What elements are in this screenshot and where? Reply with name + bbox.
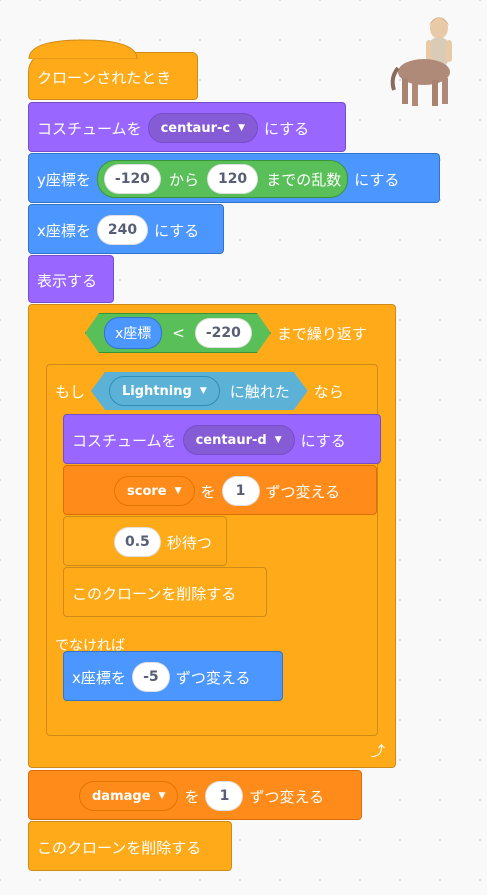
- costume-dropdown[interactable]: centaur-c ▼: [147, 113, 259, 143]
- caret-down-icon: ▼: [199, 386, 207, 396]
- costume-prefix: コスチュームを: [37, 119, 142, 138]
- when-cloned-hat-block[interactable]: クローンされたとき: [28, 39, 198, 100]
- set-x-prefix: x座標を: [37, 221, 91, 240]
- set-y-suffix: にする: [354, 170, 400, 189]
- less-than-symbol: <: [172, 324, 185, 342]
- less-than-operator[interactable]: x座標 < -220: [85, 313, 271, 353]
- wait-suffix: 秒待つ: [166, 533, 212, 552]
- random-to-input[interactable]: 120: [206, 164, 259, 194]
- caret-down-icon: ▼: [274, 435, 282, 445]
- touching-sensing-block[interactable]: Lightning ▼ に触れた: [91, 372, 308, 410]
- change-score-suffix: ずつ変える: [265, 482, 341, 501]
- compare-value-input[interactable]: -220: [195, 318, 252, 348]
- repeat-until-suffix: まで繰り返す: [276, 324, 367, 343]
- then-label: なら: [313, 382, 344, 401]
- if-label: もし: [55, 382, 86, 401]
- switch-costume-block-2[interactable]: コスチュームを centaur-d ▼ にする: [63, 414, 381, 464]
- change-x-input[interactable]: -5: [131, 662, 170, 692]
- switch-costume-block[interactable]: コスチュームを centaur-c ▼ にする: [28, 102, 346, 152]
- delete-clone-block[interactable]: このクローンを削除する: [63, 567, 267, 617]
- delete-clone-label-2: このクローンを削除する: [37, 838, 202, 857]
- set-x-block[interactable]: x座標を 240 にする: [28, 204, 224, 254]
- centaur-sprite-thumbnail: [390, 17, 452, 106]
- change-x-suffix: ずつ変える: [175, 668, 251, 687]
- random-mid: から: [168, 170, 199, 189]
- show-block[interactable]: 表示する: [28, 255, 114, 303]
- show-label: 表示する: [37, 271, 98, 290]
- set-x-suffix: にする: [154, 221, 200, 240]
- costume2-prefix: コスチュームを: [72, 431, 177, 450]
- random-operator[interactable]: -120 から 120 までの乱数: [96, 160, 349, 198]
- touching-dropdown[interactable]: Lightning ▼: [109, 376, 220, 406]
- costume2-dropdown[interactable]: centaur-d ▼: [182, 425, 295, 455]
- loop-arrow-icon: ⤴: [371, 744, 385, 760]
- damage-dropdown[interactable]: damage ▼: [79, 781, 179, 811]
- change-x-block[interactable]: x座標を -5 ずつ変える: [63, 651, 283, 701]
- score-dropdown[interactable]: score ▼: [114, 476, 195, 506]
- delete-clone-label: このクローンを削除する: [72, 584, 237, 603]
- set-y-block[interactable]: y座標を -120 から 120 までの乱数 にする: [28, 153, 440, 203]
- delete-clone-block-2[interactable]: このクローンを削除する: [28, 821, 232, 871]
- costume-suffix: にする: [264, 119, 310, 138]
- set-y-prefix: y座標を: [37, 170, 91, 189]
- set-x-input[interactable]: 240: [96, 215, 149, 245]
- change-score-mid: を: [200, 482, 216, 501]
- random-from-input[interactable]: -120: [103, 164, 161, 194]
- touching-suffix: に触れた: [229, 382, 290, 401]
- change-score-block[interactable]: score ▼ を 1 ずつ変える: [63, 465, 377, 515]
- change-x-prefix: x座標を: [72, 668, 126, 687]
- change-damage-block[interactable]: damage ▼ を 1 ずつ変える: [28, 770, 362, 820]
- costume2-suffix: にする: [300, 431, 346, 450]
- change-damage-suffix: ずつ変える: [249, 787, 325, 806]
- wait-seconds-input[interactable]: 0.5: [114, 527, 161, 557]
- change-score-input[interactable]: 1: [221, 476, 260, 506]
- x-position-reporter[interactable]: x座標: [104, 317, 162, 349]
- caret-down-icon: ▼: [158, 791, 166, 801]
- change-damage-mid: を: [184, 787, 200, 806]
- hat-label: クローンされたとき: [37, 68, 172, 87]
- caret-down-icon: ▼: [238, 123, 246, 133]
- change-damage-input[interactable]: 1: [205, 781, 244, 811]
- wait-block[interactable]: 0.5 秒待つ: [63, 516, 227, 566]
- random-tail: までの乱数: [266, 170, 342, 189]
- caret-down-icon: ▼: [174, 486, 182, 496]
